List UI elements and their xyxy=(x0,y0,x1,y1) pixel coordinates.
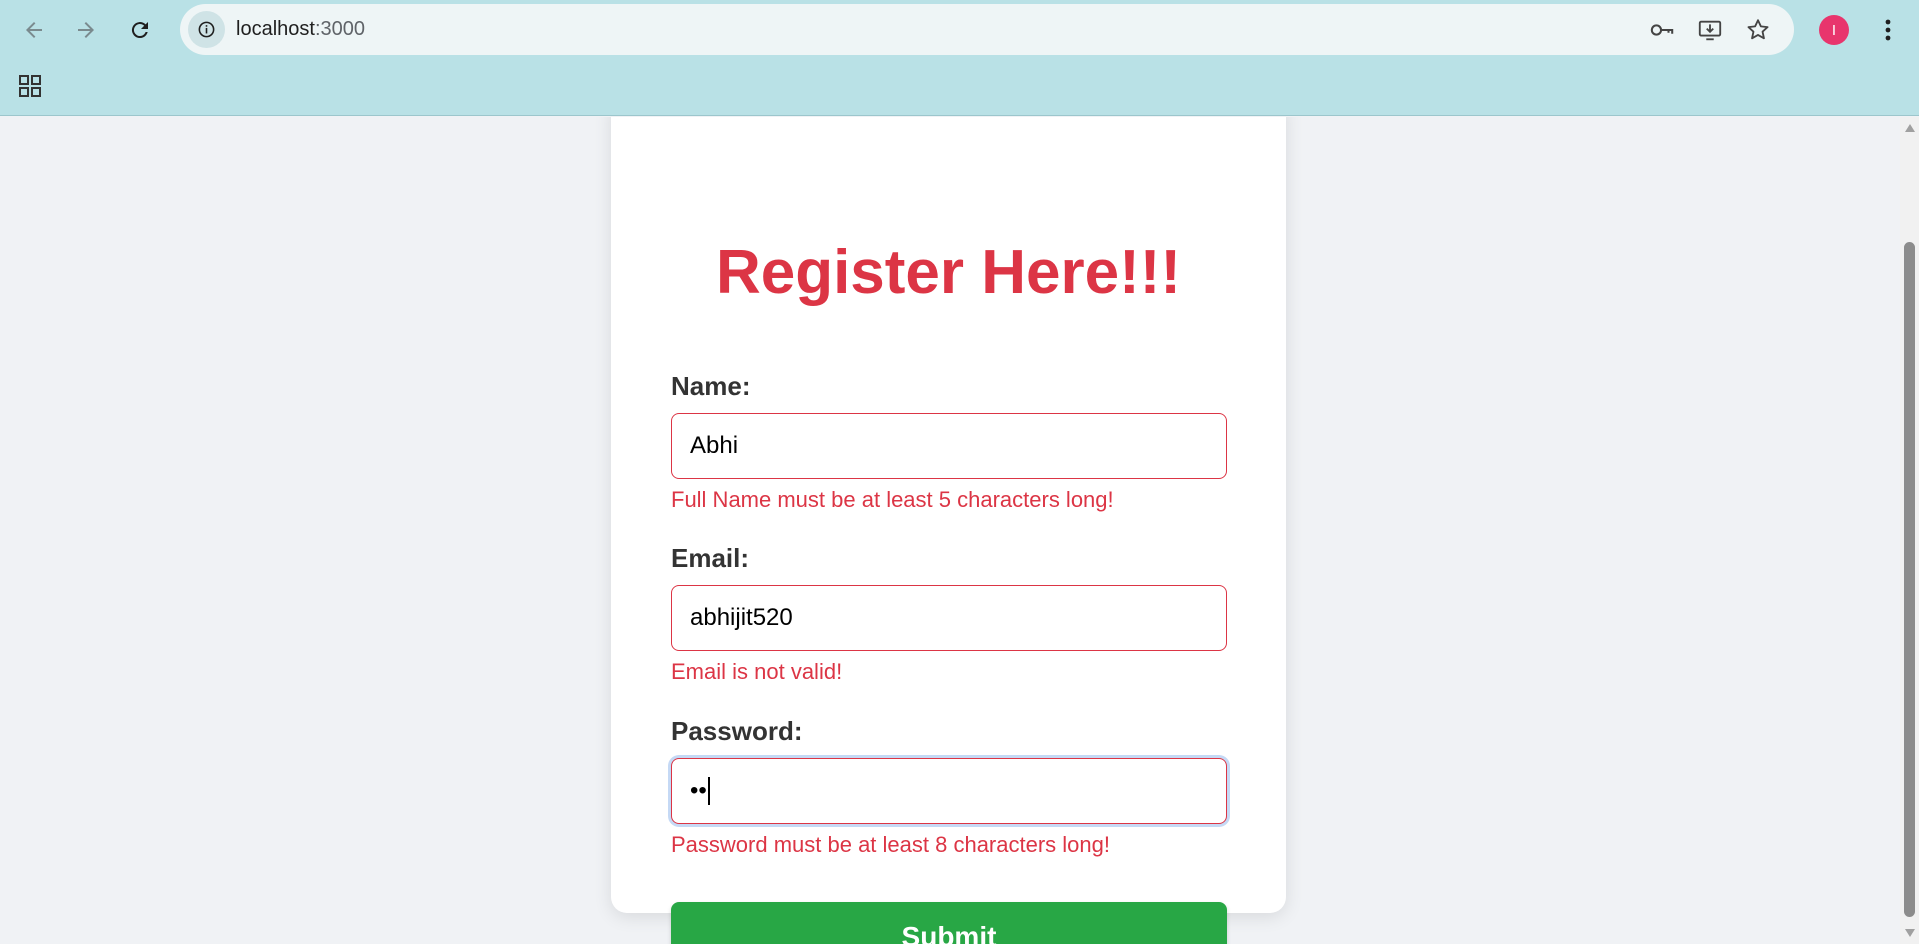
scroll-up-arrow[interactable] xyxy=(1900,119,1919,137)
url-port: :3000 xyxy=(314,18,365,40)
kebab-menu-icon xyxy=(1885,19,1891,41)
bookmark-button[interactable] xyxy=(1744,16,1772,44)
name-error: Full Name must be at least 5 characters … xyxy=(671,487,1114,512)
install-app-icon xyxy=(1698,20,1722,41)
name-value: Abhi xyxy=(690,432,739,459)
apps-grid-icon xyxy=(19,75,41,97)
password-error: Password must be at least 8 characters l… xyxy=(671,832,1110,857)
submit-button[interactable]: Submit xyxy=(671,902,1227,944)
profile-avatar[interactable]: I xyxy=(1819,15,1849,45)
reload-button[interactable] xyxy=(120,10,160,50)
email-field[interactable]: abhijit520 xyxy=(671,585,1227,651)
triangle-down-icon xyxy=(1904,929,1915,937)
info-icon xyxy=(198,21,215,38)
reload-icon xyxy=(131,22,148,39)
url-text: localhost:3000 xyxy=(236,4,365,55)
name-field[interactable]: Abhi xyxy=(671,413,1227,479)
address-bar[interactable]: localhost:3000 xyxy=(180,4,1794,55)
site-info-button[interactable] xyxy=(188,11,225,48)
email-value: abhijit520 xyxy=(690,604,793,631)
back-button[interactable] xyxy=(14,10,54,50)
browser-menu-button[interactable] xyxy=(1870,12,1906,48)
star-icon xyxy=(1747,19,1769,40)
key-icon xyxy=(1650,24,1674,36)
arrow-right-icon xyxy=(78,22,94,38)
email-error: Email is not valid! xyxy=(671,659,843,684)
triangle-up-icon xyxy=(1904,124,1915,132)
password-manager-button[interactable] xyxy=(1648,16,1676,44)
page-scrollbar[interactable] xyxy=(1900,117,1919,944)
password-field[interactable]: •• xyxy=(671,758,1227,824)
url-host: localhost xyxy=(236,18,315,40)
page-title: Register Here!!! xyxy=(715,238,1182,307)
page-viewport: Register Here!!! Name: Abhi Full Name mu… xyxy=(0,117,1900,944)
name-label: Name: xyxy=(671,371,751,401)
arrow-left-icon xyxy=(26,22,42,38)
text-caret xyxy=(707,777,710,805)
forward-button[interactable] xyxy=(66,10,106,50)
browser-toolbar: localhost:3000 I xyxy=(0,0,1919,116)
scroll-down-arrow[interactable] xyxy=(1900,924,1919,942)
password-label: Password: xyxy=(671,716,803,746)
install-app-button[interactable] xyxy=(1696,16,1724,44)
register-form-card: Register Here!!! Name: Abhi Full Name mu… xyxy=(611,117,1286,944)
apps-shortcut-button[interactable] xyxy=(14,70,46,102)
password-value: •• xyxy=(690,777,707,804)
scrollbar-thumb[interactable] xyxy=(1904,242,1915,917)
email-label: Email: xyxy=(671,543,750,573)
